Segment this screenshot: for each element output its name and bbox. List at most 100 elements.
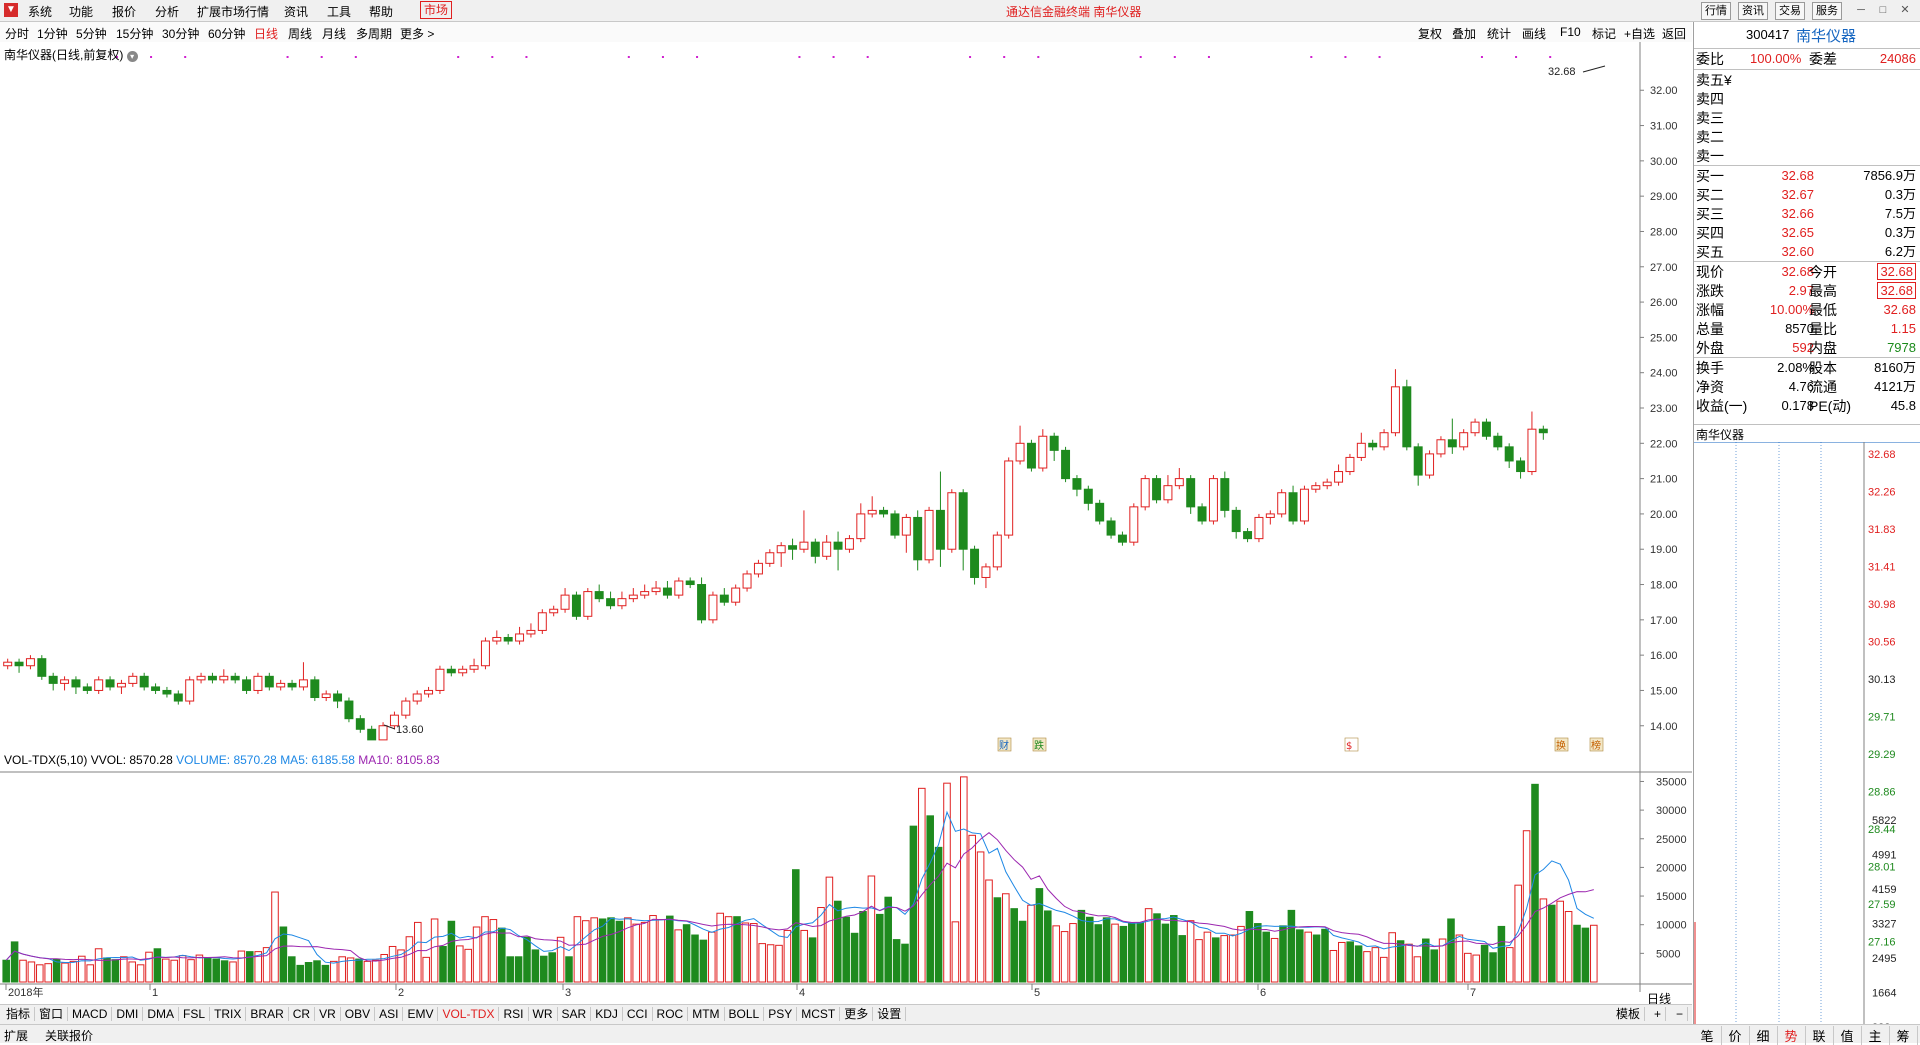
period-1min[interactable]: 1分钟 <box>37 25 68 42</box>
toolbar-f10[interactable]: F10 <box>1560 25 1581 39</box>
candle-body <box>1493 435 1503 448</box>
period-more[interactable]: 更多 > <box>400 25 434 42</box>
volume-bar <box>514 956 523 983</box>
right-bottom-tab[interactable]: 联 <box>1805 1026 1834 1045</box>
indicator-tab[interactable]: CR <box>289 1007 316 1021</box>
indicator-tab[interactable]: EMV <box>403 1007 439 1021</box>
zoom-in-icon[interactable]: + <box>1650 1007 1667 1021</box>
status-extend[interactable]: 扩展 <box>4 1027 28 1044</box>
indicator-tab[interactable]: DMI <box>112 1007 144 1021</box>
candle-body <box>651 587 661 593</box>
right-bottom-tab[interactable]: 价 <box>1721 1026 1750 1045</box>
indicator-tab[interactable]: BOLL <box>725 1007 765 1021</box>
indicator-tab[interactable]: ROC <box>653 1007 689 1021</box>
status-related-quote[interactable]: 关联报价 <box>45 1027 93 1044</box>
volume-bar <box>892 939 901 983</box>
indicator-tab[interactable]: 窗口 <box>35 1007 69 1021</box>
menu-quote[interactable]: 报价 <box>112 3 136 20</box>
toolbar-add-favorite[interactable]: +自选 <box>1624 25 1655 42</box>
indicator-tab[interactable]: MTM <box>688 1007 725 1021</box>
indicator-tab[interactable]: WR <box>529 1007 558 1021</box>
indicator-tab[interactable]: 更多 <box>840 1007 874 1021</box>
menu-tools[interactable]: 工具 <box>327 3 351 20</box>
right-bottom-tab[interactable]: 值 <box>1833 1026 1862 1045</box>
indicator-tab[interactable]: TRIX <box>210 1007 247 1021</box>
indicator-tab[interactable]: KDJ <box>591 1007 623 1021</box>
toolbar-huaxian[interactable]: 画线 <box>1522 25 1546 42</box>
indicator-tab[interactable]: PSY <box>764 1007 798 1021</box>
indicator-tab[interactable]: RSI <box>499 1007 529 1021</box>
maximize-icon[interactable]: □ <box>1874 2 1892 18</box>
toolbar-biaoji[interactable]: 标记 <box>1592 25 1616 42</box>
volume-bar <box>195 954 204 983</box>
candle-body <box>1334 471 1344 483</box>
volume-bar <box>1506 947 1514 983</box>
intraday-mini-chart[interactable]: 32.68 32.26 31.83 31.41 30.98 30.56 30.13 29.71… <box>1694 442 1920 1040</box>
volume-bar <box>430 918 439 983</box>
toolbar-back[interactable]: 返回 <box>1662 25 1686 42</box>
signal-dot <box>1378 56 1381 58</box>
period-15min[interactable]: 15分钟 <box>116 25 153 42</box>
app-logo-icon[interactable]: ▼ <box>4 3 18 17</box>
menu-extended-market[interactable]: 扩展市场行情 <box>197 3 269 20</box>
candle-body <box>344 700 354 720</box>
volume-bar <box>422 956 430 983</box>
volume-bar <box>699 939 708 983</box>
close-icon[interactable]: ✕ <box>1896 2 1914 18</box>
price-tick-label: 25.00 <box>1650 332 1678 344</box>
indicator-tab[interactable]: VR <box>315 1007 341 1021</box>
indicator-tab[interactable]: OBV <box>341 1007 376 1021</box>
period-30min[interactable]: 30分钟 <box>162 25 199 42</box>
chart-title-dropdown-icon[interactable]: ▾ <box>126 51 138 62</box>
menu-analysis[interactable]: 分析 <box>155 3 179 20</box>
candle-body <box>25 658 35 667</box>
top-button-jiaoyi[interactable]: 交易 <box>1775 2 1805 20</box>
period-monthly[interactable]: 月线 <box>322 25 346 42</box>
indicator-tab[interactable]: 设置 <box>873 1007 907 1021</box>
kline-chart[interactable]: 32.00 31.00 30.00 29.00 28.00 27.00 26.00 25.00… <box>0 42 1692 1004</box>
right-bottom-tab[interactable]: 细 <box>1749 1026 1778 1045</box>
volume-bar <box>758 943 766 983</box>
menu-news[interactable]: 资讯 <box>284 3 308 20</box>
menu-market[interactable]: 市场 <box>420 1 453 19</box>
period-multi[interactable]: 多周期 <box>356 25 392 42</box>
indicator-tab[interactable]: CCI <box>623 1007 653 1021</box>
toolbar-fuquan[interactable]: 复权 <box>1418 25 1442 42</box>
indicator-tab[interactable]: SAR <box>558 1007 592 1021</box>
volume-bar <box>388 945 397 983</box>
indicator-tab[interactable]: VOL-TDX <box>438 1007 500 1021</box>
top-button-hangqing[interactable]: 行情 <box>1701 2 1731 20</box>
period-5min[interactable]: 5分钟 <box>76 25 107 42</box>
period-fenshi[interactable]: 分时 <box>5 25 29 42</box>
indicator-tab[interactable]: ASI <box>375 1007 404 1021</box>
menu-help[interactable]: 帮助 <box>369 3 393 20</box>
right-bottom-tab[interactable]: 势 <box>1777 1026 1806 1045</box>
volume-bar <box>817 907 825 983</box>
template-tab[interactable]: 模板 <box>1612 1007 1646 1021</box>
period-60min[interactable]: 60分钟 <box>208 25 245 42</box>
toolbar-tongji[interactable]: 统计 <box>1487 25 1511 42</box>
right-bottom-tab[interactable]: 主 <box>1861 1026 1890 1045</box>
toolbar-diejia[interactable]: 叠加 <box>1452 25 1476 42</box>
indicator-tab[interactable]: FSL <box>179 1007 211 1021</box>
menu-function[interactable]: 功能 <box>69 3 93 20</box>
candle-body <box>1174 478 1184 487</box>
menu-system[interactable]: 系统 <box>28 3 52 20</box>
right-bottom-tab[interactable]: 筹 <box>1889 1026 1918 1045</box>
candle-body <box>333 693 343 702</box>
volume-bar <box>414 921 422 983</box>
minimize-icon[interactable]: ─ <box>1852 2 1870 18</box>
indicator-tab[interactable]: 指标 <box>2 1007 36 1021</box>
top-button-zixun[interactable]: 资讯 <box>1738 2 1768 20</box>
indicator-tab[interactable]: MACD <box>68 1007 113 1021</box>
period-daily[interactable]: 日线 <box>254 25 278 42</box>
top-button-fuwu[interactable]: 服务 <box>1812 2 1842 20</box>
candle-body <box>1254 516 1264 540</box>
zoom-out-icon[interactable]: − <box>1672 1007 1689 1021</box>
candle-body <box>1072 478 1082 490</box>
indicator-tab[interactable]: MCST <box>797 1007 841 1021</box>
right-bottom-tab[interactable]: 笔 <box>1693 1026 1722 1045</box>
indicator-tab[interactable]: BRAR <box>246 1007 289 1021</box>
period-weekly[interactable]: 周线 <box>288 25 312 42</box>
indicator-tab[interactable]: DMA <box>143 1007 180 1021</box>
